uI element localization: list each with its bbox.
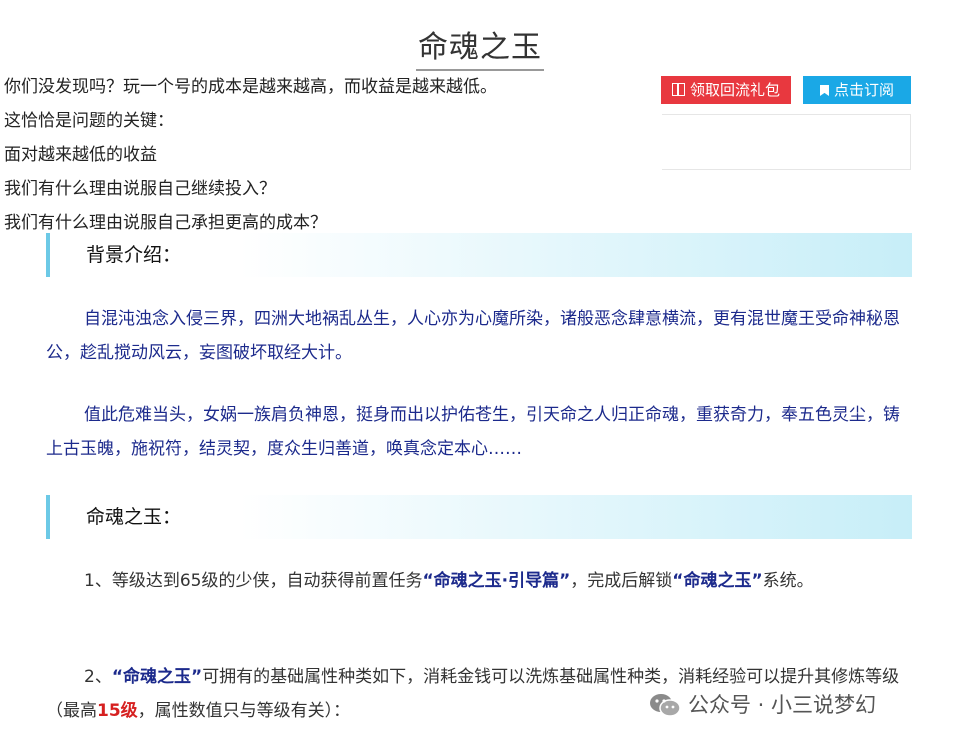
section-heading-background: 背景介绍： bbox=[46, 233, 912, 277]
intro-line: 这恰恰是问题的关键： bbox=[4, 111, 174, 131]
side-panel bbox=[662, 114, 911, 170]
quest-name: “命魂之玉·引导篇” bbox=[422, 571, 571, 591]
intro-text: 你们没发现吗？玩一个号的成本是越来越高，而收益是越来越低。 这恰恰是问题的关键：… bbox=[4, 70, 664, 240]
subscribe-button[interactable]: 点击订阅 bbox=[803, 76, 911, 104]
section-heading-jade: 命魂之玉： bbox=[46, 495, 912, 539]
intro-line: 我们有什么理由说服自己继续投入？ bbox=[4, 179, 276, 199]
intro-line: 面对越来越低的收益 bbox=[4, 145, 157, 165]
system-name: “命魂之玉” bbox=[672, 571, 763, 591]
background-paragraph-1: 自混沌浊念入侵三界，四洲大地祸乱丛生，人心亦为心魔所染，诸般恶念肆意横流，更有混… bbox=[46, 309, 900, 363]
intro-line: 你们没发现吗？玩一个号的成本是越来越高，而收益是越来越低。 bbox=[4, 77, 497, 97]
rule-item-1: 1、等级达到65级的少侠，自动获得前置任务“命魂之玉·引导篇”，完成后解锁“命魂… bbox=[84, 571, 814, 591]
gift-icon bbox=[671, 83, 685, 96]
claim-gift-button[interactable]: 领取回流礼包 bbox=[661, 76, 791, 104]
wechat-icon bbox=[650, 694, 681, 717]
bookmark-icon bbox=[819, 85, 829, 96]
page-title: 命魂之玉 bbox=[0, 22, 960, 71]
watermark: 公众号 · 小三说梦幻 bbox=[648, 690, 877, 720]
background-paragraph-2: 值此危难当头，女娲一族肩负神恩，挺身而出以护佑苍生，引天命之人归正命魂，重获奇力… bbox=[46, 405, 900, 459]
system-name: “命魂之玉” bbox=[111, 667, 203, 687]
max-level-highlight: 15级 bbox=[97, 701, 138, 721]
